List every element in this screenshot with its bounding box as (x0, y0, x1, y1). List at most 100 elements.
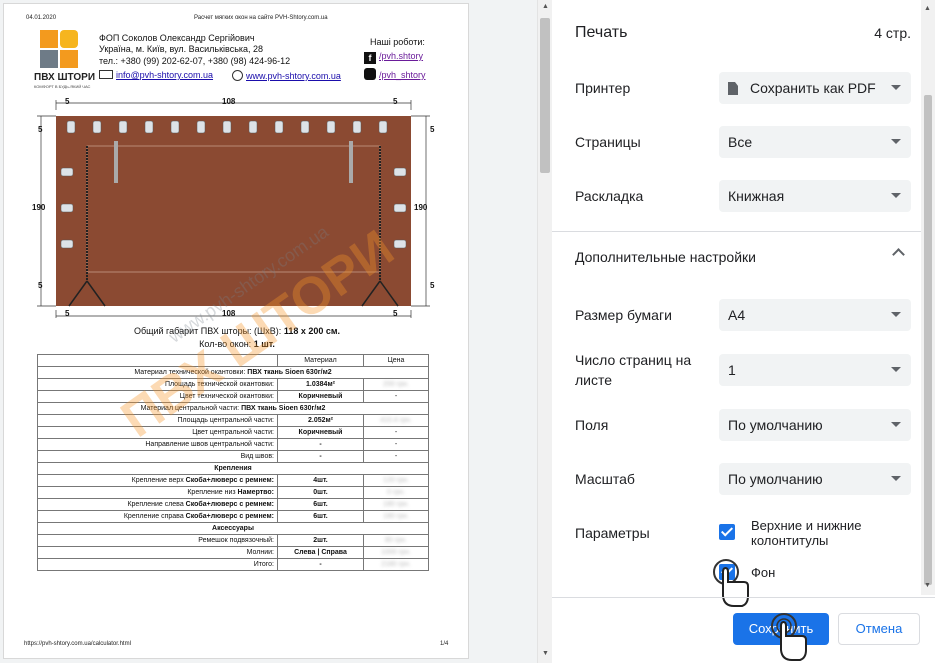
scroll-up-arrow-icon[interactable]: ▲ (542, 3, 549, 10)
print-settings-panel: Печать 4 стр. Принтер Сохранить как PDF … (552, 0, 935, 663)
row-label-bold: Скоба+люверс с ремнем: (185, 477, 274, 484)
instagram-link[interactable]: /pvh_shtory (379, 70, 426, 80)
row-price: 120 грн. (363, 474, 429, 487)
chevron-down-icon (891, 422, 901, 427)
row-price: - (363, 450, 429, 463)
row-value: Коричневый (277, 390, 364, 403)
preview-scroll-thumb[interactable] (540, 18, 550, 173)
preview-scrollbar[interactable]: ▲ ▼ (537, 0, 552, 663)
row-price: - (363, 390, 429, 403)
pdf-file-icon (728, 82, 738, 95)
background-label[interactable]: Фон (751, 565, 775, 580)
table-row: Аксессуары (37, 522, 429, 535)
scroll-down-arrow-icon[interactable]: ▼ (924, 582, 931, 589)
table-row: Молнии: Слева | Справа 1000 грн. (37, 546, 429, 559)
dim-side-top: 5 (38, 125, 43, 134)
scale-select[interactable]: По умолчанию (719, 463, 911, 495)
row-label-bold: Скоба+люверс с ремнем: (185, 501, 274, 508)
pages-per-sheet-label: Число страниц на листе (575, 352, 692, 388)
works-label: Наші роботи: (370, 37, 425, 47)
instagram-icon (364, 68, 376, 80)
divider (552, 597, 935, 598)
divider (552, 231, 921, 232)
chevron-down-icon (891, 139, 901, 144)
paper-size-select[interactable]: A4 (719, 299, 911, 331)
table-row: Ремешок подвязочный: 2шт. 80 грн. (37, 534, 429, 547)
margins-select[interactable]: По умолчанию (719, 409, 911, 441)
layout-select[interactable]: Книжная (719, 180, 911, 212)
chevron-down-icon (891, 193, 901, 198)
row-value: 0шт. (277, 486, 364, 499)
dim-top-mid: 108 (222, 97, 236, 106)
row-value: - (277, 450, 364, 463)
printer-value: Сохранить как PDF (750, 80, 876, 96)
print-date: 04.01.2020 (26, 15, 57, 21)
row-value: 1.0384м² (277, 378, 364, 391)
instagram-row: /pvh_shtory (364, 68, 426, 80)
row-value: 2шт. (277, 534, 364, 547)
headers-footers-label[interactable]: Верхние и нижние колонтитулы (751, 518, 911, 548)
panel-scroll-thumb[interactable] (924, 95, 932, 585)
email-link[interactable]: info@pvh-shtory.com.ua (116, 70, 213, 80)
row-value: 2.052м² (277, 414, 364, 427)
table-row: Направление швов центральной части: - - (37, 438, 429, 451)
cancel-button[interactable]: Отмена (838, 613, 920, 645)
row-label-bold: Намертво: (237, 489, 274, 496)
scale-label: Масштаб (575, 471, 635, 487)
facebook-link[interactable]: /pvh.shtory (379, 51, 423, 61)
printer-select[interactable]: Сохранить как PDF (719, 72, 911, 104)
table-row: Цвет технической окантовки: Коричневый - (37, 390, 429, 403)
dim-top-left: 5 (65, 97, 70, 106)
site-row: www.pvh-shtory.com.ua (232, 70, 341, 81)
more-settings-toggle[interactable]: Дополнительные настройки (575, 247, 905, 267)
pages-per-sheet-value: 1 (728, 362, 736, 378)
scroll-down-arrow-icon[interactable]: ▼ (542, 650, 549, 657)
row-value: - (277, 558, 364, 571)
chevron-down-icon (891, 312, 901, 317)
pointer-hand-icon (771, 613, 807, 661)
print-footer-page: 1/4 (440, 641, 449, 647)
email-row: info@pvh-shtory.com.ua (99, 70, 213, 80)
facebook-icon: f (364, 52, 376, 64)
pages-value: Все (728, 134, 753, 150)
company-phone: тел.: +380 (99) 202-62-07, +380 (98) 424… (99, 56, 291, 66)
scroll-up-arrow-icon[interactable]: ▲ (924, 5, 931, 12)
table-row: Итого: -2180 грн. (37, 558, 429, 571)
row-price: 80 грн. (363, 534, 429, 547)
dim-side-mid-right: 190 (414, 203, 428, 212)
margins-label: Поля (575, 417, 609, 433)
panel-scrollbar[interactable]: ▲ ▼ (921, 0, 935, 595)
section-title: Крепления (214, 465, 252, 472)
chevron-down-icon (891, 476, 901, 481)
row-price: 200 грн. (363, 378, 429, 391)
header-price: Цена (363, 354, 429, 367)
row-value: Коричневый (277, 426, 364, 439)
material-name: ПВХ ткань Sioen 630г/м2 (247, 369, 332, 376)
row-price: - (363, 426, 429, 439)
scale-value: По умолчанию (728, 471, 823, 487)
header-material: Материал (277, 354, 364, 367)
row-value: 4шт. (277, 474, 364, 487)
print-dialog: 04.01.2020 Расчет мягких окон на сайте P… (0, 0, 935, 663)
pages-select[interactable]: Все (719, 126, 911, 158)
table-row: Площадь центральной части: 2.052м² 410.4 г… (37, 414, 429, 427)
company-address: Україна, м. Київ, вул. Васильківська, 28 (99, 44, 264, 54)
row-value: 6шт. (277, 510, 364, 523)
table-row: Цвет центральной части: Коричневый - (37, 426, 429, 439)
logo-tagline: КОМФОРТ В БУДЬ-ЯКИЙ ЧАС (34, 84, 91, 89)
facebook-row: f/pvh.shtory (364, 51, 423, 64)
company-logo (40, 30, 80, 70)
headers-footers-checkbox[interactable] (719, 524, 735, 540)
dim-side-top-right: 5 (430, 125, 435, 134)
chevron-down-icon (891, 367, 901, 372)
chevron-down-icon (891, 85, 901, 90)
pages-per-sheet-select[interactable]: 1 (719, 354, 911, 386)
site-link[interactable]: www.pvh-shtory.com.ua (246, 71, 341, 81)
layout-value: Книжная (728, 188, 785, 204)
row-label: Направление швов центральной части: (145, 441, 274, 448)
margins-value: По умолчанию (728, 417, 823, 433)
row-price: - (363, 438, 429, 451)
dim-bottom-right: 5 (393, 309, 398, 318)
row-value: Слева | Справа (277, 546, 364, 559)
row-price: 2180 грн. (363, 558, 429, 571)
